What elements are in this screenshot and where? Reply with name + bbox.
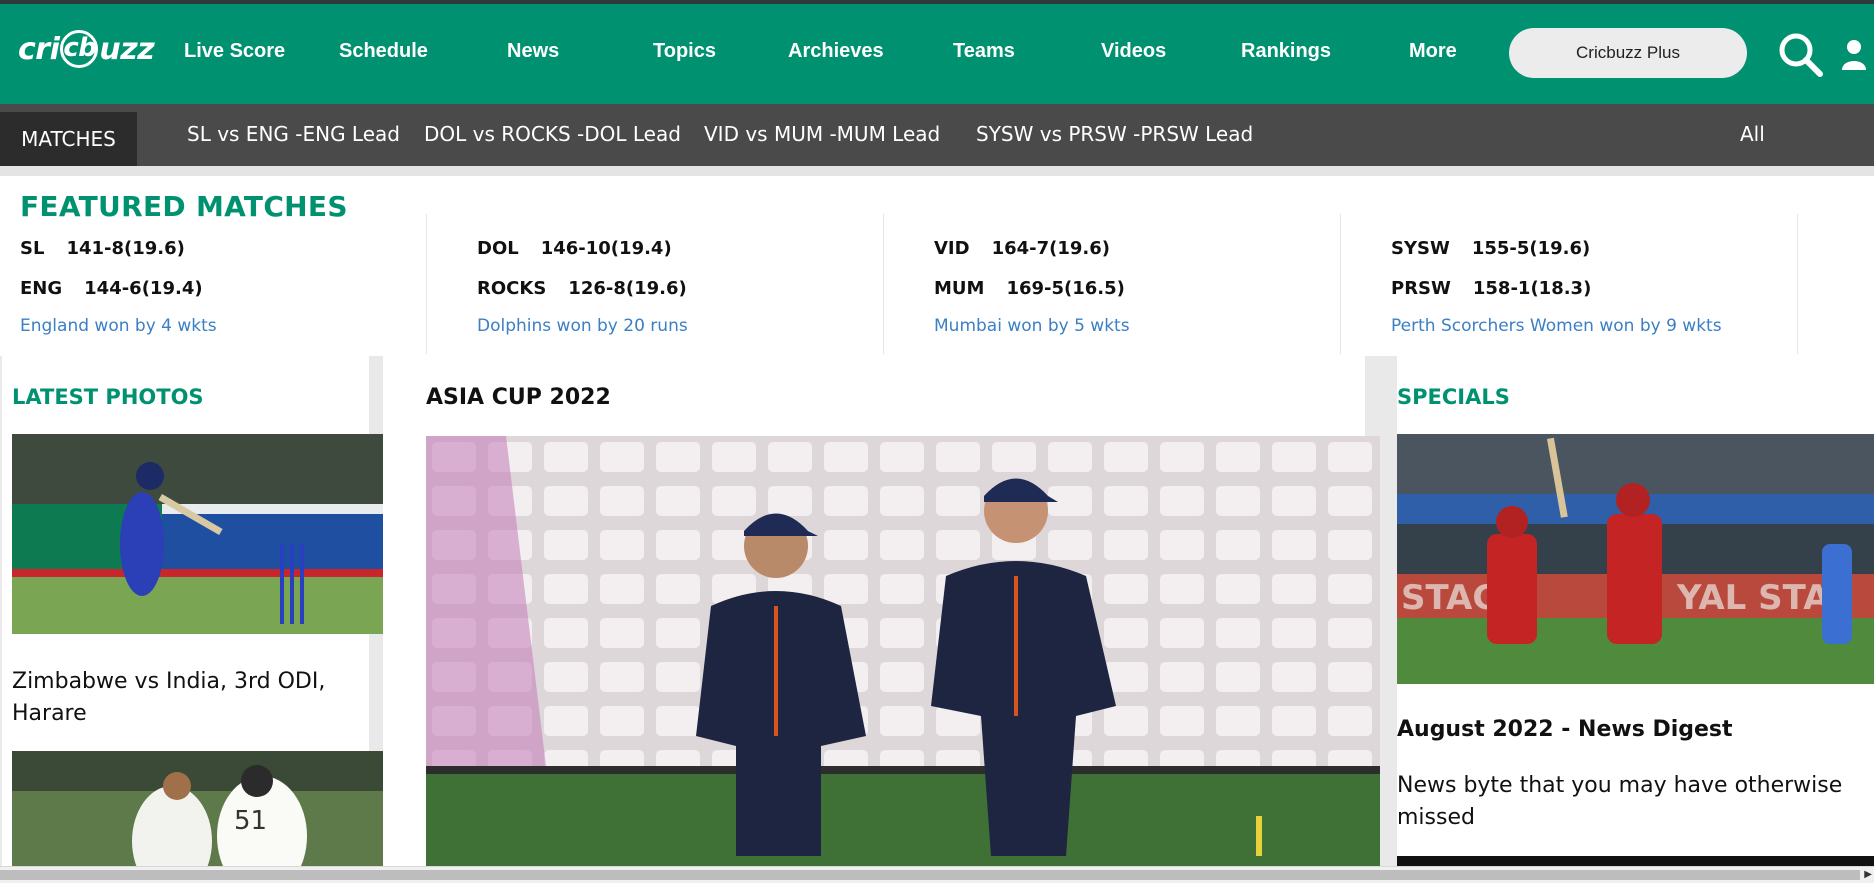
- latest-photos-title: LATEST PHOTOS: [12, 385, 204, 409]
- match-result[interactable]: Mumbai won by 5 wkts: [934, 316, 1130, 336]
- matches-tab[interactable]: MATCHES: [0, 112, 137, 166]
- cricket-batting-photo: [12, 434, 383, 634]
- match-link-all[interactable]: All: [1740, 122, 1765, 146]
- asia-cup-hero-image[interactable]: [426, 436, 1380, 866]
- svg-text:YAL STA: YAL STA: [1676, 578, 1830, 618]
- nav-schedule[interactable]: Schedule: [339, 40, 428, 63]
- team-name: ENG: [20, 278, 63, 299]
- match-link-dol-rocks[interactable]: DOL vs ROCKS -DOL Lead: [424, 122, 681, 146]
- team-score: 158-1(18.3): [1472, 278, 1592, 299]
- team-score: 146-10(19.4): [540, 238, 672, 259]
- cricket-fielders-photo: 51: [12, 751, 383, 866]
- specials-subtitle: News byte that you may have otherwise mi…: [1397, 773, 1843, 830]
- search-icon[interactable]: [1776, 30, 1824, 78]
- match-link-vid-mum[interactable]: VID vs MUM -MUM Lead: [704, 122, 940, 146]
- svg-text:STAG: STAG: [1401, 578, 1500, 618]
- nav-teams[interactable]: Teams: [953, 40, 1015, 63]
- team-score: 144-6(19.4): [84, 278, 203, 299]
- nav-news[interactable]: News: [507, 40, 559, 63]
- team-score: 164-7(19.6): [991, 238, 1111, 259]
- scrollbar-thumb[interactable]: [0, 870, 1860, 880]
- nav-archieves[interactable]: Archieves: [788, 40, 884, 63]
- cricbuzz-logo[interactable]: cri cb uzz: [18, 30, 155, 68]
- featured-match-card[interactable]: SYSW 155-5(19.6) PRSW 158-1(18.3) Perth Sc…: [1391, 214, 1848, 354]
- team-name: PRSW: [1391, 278, 1451, 299]
- logo-text-circle: cb: [60, 30, 99, 68]
- players-walking-photo: [426, 436, 1380, 866]
- specials-image[interactable]: STAG YAL STA: [1397, 434, 1874, 684]
- team-name: SYSW: [1391, 238, 1450, 259]
- card-divider: [1797, 214, 1798, 354]
- horizontal-scrollbar[interactable]: ▶: [0, 866, 1874, 883]
- asia-cup-title: ASIA CUP 2022: [426, 385, 611, 410]
- match-result[interactable]: Dolphins won by 20 runs: [477, 316, 688, 336]
- batsmen-celebrating-photo: STAG YAL STA: [1397, 434, 1874, 684]
- nav-live-score[interactable]: Live Score: [184, 40, 285, 63]
- top-navbar: cri cb uzz Live Score Schedule News Topics…: [0, 4, 1874, 104]
- team-score: 169-5(16.5): [1006, 278, 1125, 299]
- team-name: SL: [20, 238, 45, 259]
- matches-bar: MATCHES SL vs ENG -ENG Lead DOL vs ROCKS…: [0, 104, 1874, 166]
- scroll-right-arrow-icon[interactable]: ▶: [1864, 869, 1872, 880]
- cricbuzz-plus-button[interactable]: Cricbuzz Plus: [1509, 28, 1747, 78]
- match-link-sl-eng[interactable]: SL vs ENG -ENG Lead: [187, 122, 400, 146]
- separator-band: [0, 166, 1874, 176]
- team-name: MUM: [934, 278, 985, 299]
- team-name: DOL: [477, 238, 519, 259]
- match-link-sysw-prsw[interactable]: SYSW vs PRSW -PRSW Lead: [976, 122, 1253, 146]
- logo-text-post: uzz: [99, 31, 155, 67]
- column-gutter: [0, 356, 2, 866]
- latest-photo-image[interactable]: [12, 434, 383, 634]
- card-divider: [883, 214, 884, 354]
- svg-text:51: 51: [234, 806, 267, 836]
- user-icon[interactable]: [1840, 38, 1868, 70]
- nav-more[interactable]: More: [1409, 40, 1457, 63]
- logo-text-pre: cri: [18, 31, 60, 67]
- specials-next-image[interactable]: [1397, 856, 1874, 866]
- nav-videos[interactable]: Videos: [1101, 40, 1166, 63]
- specials-headline[interactable]: August 2022 - News Digest: [1397, 717, 1733, 742]
- featured-match-card[interactable]: SL 141-8(19.6) ENG 144-6(19.4) England won…: [20, 214, 477, 354]
- match-result[interactable]: England won by 4 wkts: [20, 316, 217, 336]
- team-score: 155-5(19.6): [1471, 238, 1591, 259]
- card-divider: [1340, 214, 1341, 354]
- match-result[interactable]: Perth Scorchers Women won by 9 wkts: [1391, 316, 1722, 336]
- team-name: ROCKS: [477, 278, 547, 299]
- photo-caption[interactable]: Zimbabwe vs India, 3rd ODI, Harare: [12, 666, 368, 730]
- team-score: 141-8(19.6): [66, 238, 185, 259]
- featured-match-card[interactable]: DOL 146-10(19.4) ROCKS 126-8(19.6) Dolphin…: [477, 214, 934, 354]
- card-divider: [426, 214, 427, 354]
- specials-title: SPECIALS: [1397, 385, 1510, 409]
- nav-topics[interactable]: Topics: [653, 40, 716, 63]
- team-score: 126-8(19.6): [568, 278, 687, 299]
- latest-photo-image[interactable]: 51: [12, 751, 383, 866]
- nav-rankings[interactable]: Rankings: [1241, 40, 1331, 63]
- featured-match-card[interactable]: VID 164-7(19.6) MUM 169-5(16.5) Mumbai won…: [934, 214, 1391, 354]
- team-name: VID: [934, 238, 970, 259]
